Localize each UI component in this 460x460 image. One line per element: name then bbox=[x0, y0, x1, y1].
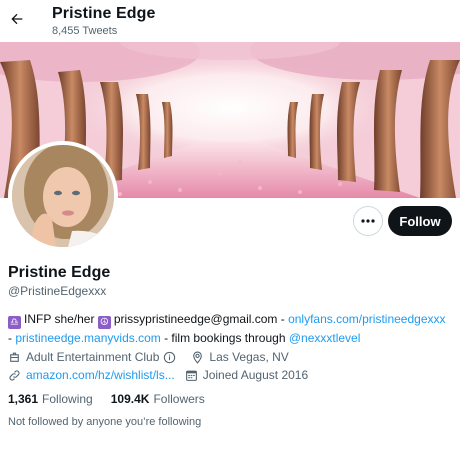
info-circle-icon[interactable] bbox=[163, 351, 176, 364]
location-pin-icon bbox=[193, 351, 203, 364]
followers-label: Followers bbox=[153, 392, 205, 406]
peace-emoji-icon: ☮ bbox=[97, 316, 111, 329]
profile-bio: ♎ INFP she/her ☮ prissypristineedge@gmail.… bbox=[8, 310, 456, 347]
following-label: Following bbox=[42, 392, 93, 406]
bio-link-nexxxtlevel[interactable]: @nexxxtlevel bbox=[289, 331, 361, 345]
libra-emoji-icon: ♎ bbox=[8, 316, 21, 329]
follow-button[interactable]: Follow bbox=[388, 206, 452, 236]
tweet-count: 8,455 Tweets bbox=[52, 25, 118, 37]
calendar-icon bbox=[185, 370, 197, 381]
header-title: Pristine Edge bbox=[52, 5, 156, 22]
profile-website: amazon.com/hz/wishlist/ls... bbox=[8, 368, 175, 382]
bio-text-3: - film bookings through bbox=[164, 331, 286, 345]
bio-link-manyvids[interactable]: pristineedge.manyvids.com bbox=[15, 331, 160, 345]
following-link[interactable]: 1,361 Following bbox=[8, 392, 93, 406]
category-text: Adult Entertainment Club bbox=[26, 350, 160, 364]
bio-link-onlyfans[interactable]: onlyfans.com/pristineedgexxx bbox=[288, 312, 445, 326]
followers-link[interactable]: 109.4K Followers bbox=[111, 392, 205, 406]
bio-dash: - bbox=[8, 331, 12, 345]
profile-handle: @PristineEdgexxx bbox=[8, 284, 107, 298]
profile-avatar[interactable] bbox=[8, 141, 118, 251]
back-button[interactable] bbox=[4, 6, 30, 32]
profile-location: Las Vegas, NV bbox=[191, 350, 289, 364]
link-icon bbox=[9, 369, 20, 381]
profile-category: Adult Entertainment Club bbox=[8, 350, 181, 364]
profile-name: Pristine Edge bbox=[8, 264, 111, 281]
website-link[interactable]: amazon.com/hz/wishlist/ls... bbox=[26, 368, 175, 382]
profile-header: Pristine Edge 8,455 Tweets bbox=[0, 0, 460, 42]
more-dots-icon bbox=[361, 219, 375, 223]
profile-joined: Joined August 2016 bbox=[185, 368, 308, 382]
profile-meta-row-1: Adult Entertainment Club Las Vegas, NV bbox=[8, 350, 299, 364]
follow-stats: 1,361 Following 109.4K Followers bbox=[8, 392, 223, 406]
bio-text-1: INFP she/her bbox=[24, 312, 95, 326]
profile-meta-row-2: amazon.com/hz/wishlist/ls... Joined Augu… bbox=[8, 368, 318, 382]
not-followed-note: Not followed by anyone you’re following bbox=[8, 416, 202, 428]
location-text: Las Vegas, NV bbox=[209, 350, 289, 364]
joined-text: Joined August 2016 bbox=[202, 368, 309, 382]
following-count: 1,361 bbox=[8, 392, 39, 406]
arrow-left-icon bbox=[11, 13, 23, 25]
more-options-button[interactable] bbox=[353, 206, 383, 236]
followers-count: 109.4K bbox=[110, 392, 150, 406]
bio-text-2: prissypristineedge@gmail.com - bbox=[113, 312, 285, 326]
briefcase-icon bbox=[10, 352, 19, 362]
